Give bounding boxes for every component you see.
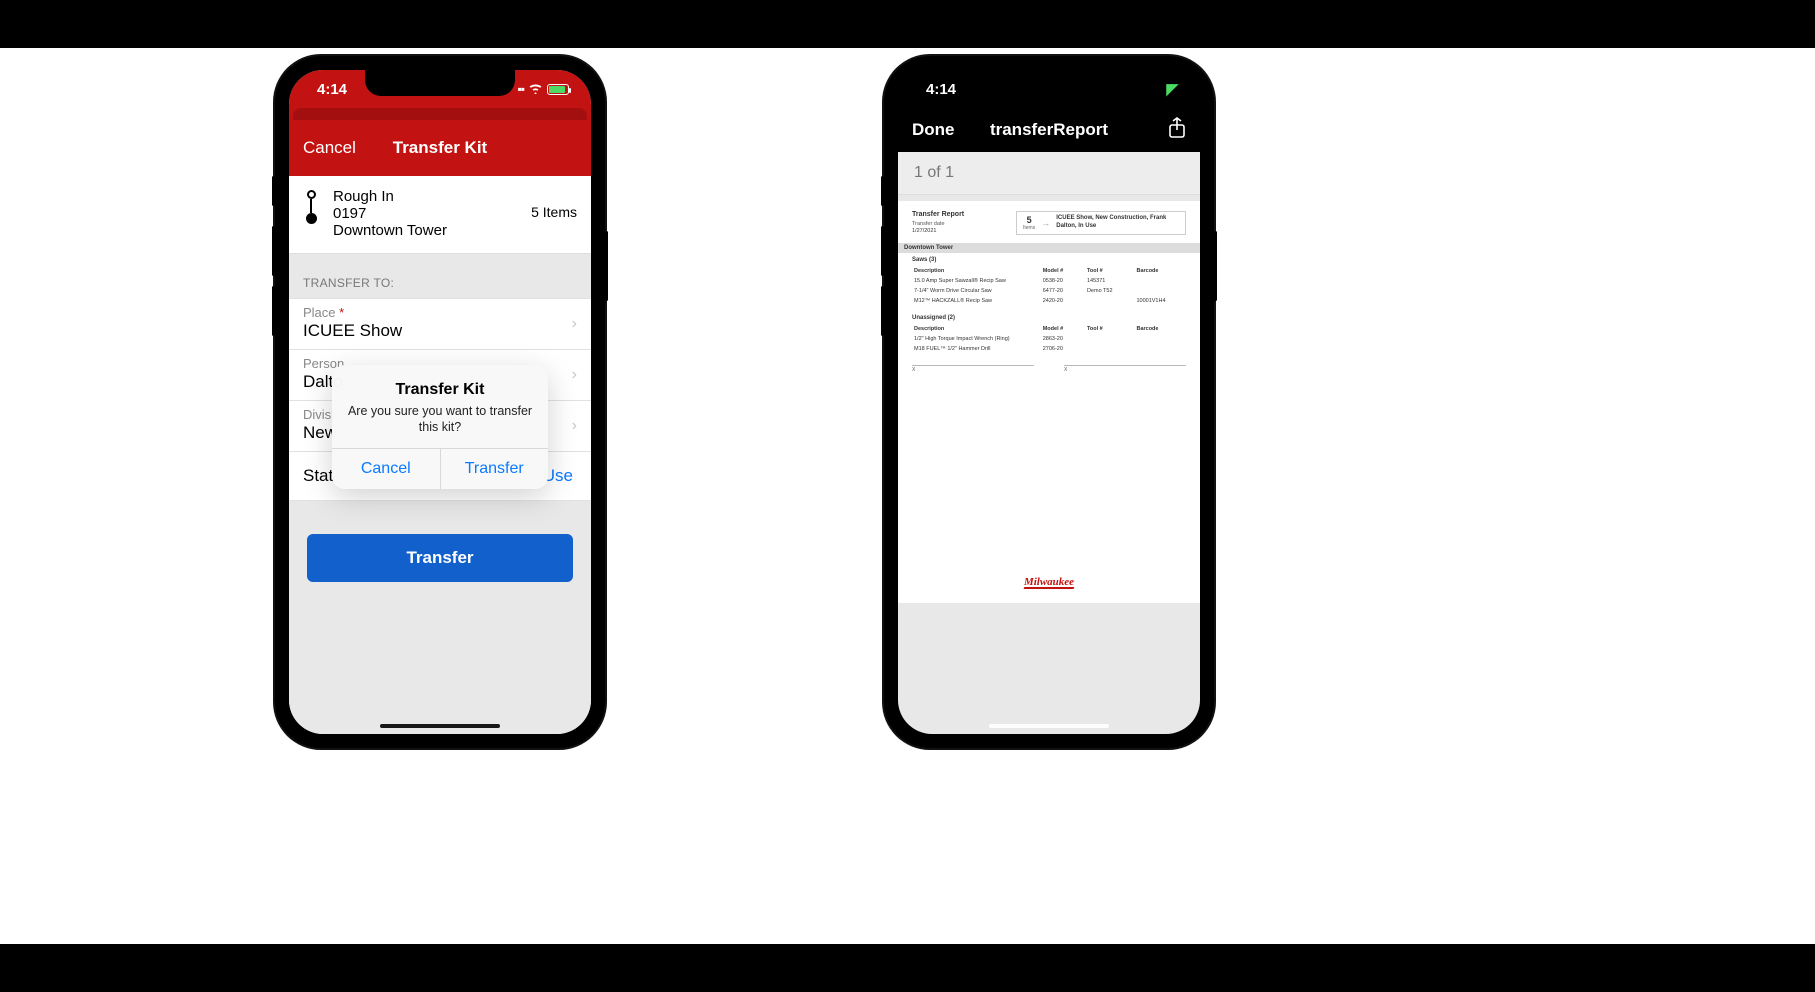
confirm-alert: Transfer Kit Are you sure you want to tr…: [332, 365, 548, 489]
col-barcode: Barcode: [1136, 267, 1184, 275]
destination-box: 5 Items → ICUEE Show, New Construction, …: [1016, 211, 1186, 235]
alert-confirm-button[interactable]: Transfer: [441, 449, 549, 489]
wifi-icon: [528, 81, 543, 98]
screen-left: 4:14 ▪▪ Cancel Transfer Kit Rough In: [289, 70, 591, 734]
col-tool: Tool #: [1087, 267, 1135, 275]
items-label: Items: [1023, 225, 1035, 231]
nav-bar: Done transferReport: [898, 108, 1200, 152]
notch-icon: [974, 70, 1124, 96]
status-time: 4:14: [920, 81, 956, 98]
document-viewer[interactable]: 1 of 1 Transfer Report Transfer date 1/2…: [898, 152, 1200, 734]
battery-icon: [547, 84, 569, 95]
done-button[interactable]: Done: [912, 120, 955, 140]
location-icon: ◤: [1166, 80, 1178, 98]
group-saws: Saws (3): [912, 257, 1186, 263]
phone-left: 4:14 ▪▪ Cancel Transfer Kit Rough In: [275, 56, 605, 748]
destination-text: ICUEE Show, New Construction, Frank Dalt…: [1056, 215, 1179, 231]
alert-message: Are you sure you want to transfer this k…: [346, 403, 534, 436]
col-desc: Description: [914, 267, 1041, 275]
home-indicator[interactable]: [989, 724, 1109, 728]
phone-right: 4:14 ◤ Done transferReport 1 of 1 Transf…: [884, 56, 1214, 748]
report-page: Transfer Report Transfer date 1/27/2021 …: [898, 201, 1200, 603]
alert-cancel-button[interactable]: Cancel: [332, 449, 441, 489]
signature-line: X: [1064, 365, 1186, 373]
arrow-right-icon: →: [1041, 218, 1050, 228]
alert-title: Transfer Kit: [346, 381, 534, 399]
report-date: 1/27/2021: [912, 228, 964, 234]
group-unassigned: Unassigned (2): [912, 315, 1186, 321]
signal-icon: ▪▪: [517, 82, 524, 96]
screen-right: 4:14 ◤ Done transferReport 1 of 1 Transf…: [898, 70, 1200, 734]
table-saws: Description Model # Tool # Barcode 15.0 …: [912, 265, 1186, 307]
items-count: 5: [1023, 215, 1035, 225]
page-counter: 1 of 1: [898, 152, 1200, 195]
brand-logo: Milwaukee: [1024, 576, 1074, 589]
location-band: Downtown Tower: [898, 243, 1200, 253]
table-row: M18 FUEL™ 1/2" Hammer Drill2706-20: [914, 345, 1184, 353]
share-button[interactable]: [1168, 117, 1186, 144]
home-indicator[interactable]: [380, 724, 500, 728]
table-unassigned: Description Model # Tool # Barcode 1/2" …: [912, 323, 1186, 355]
table-row: M12™ HACKZALL® Recip Saw2420-2010001V1H4: [914, 297, 1184, 305]
status-time: 4:14: [311, 81, 347, 98]
notch-icon: [365, 70, 515, 96]
table-row: 15.0 Amp Super Sawzall® Recip Saw0538-20…: [914, 277, 1184, 285]
table-row: 7-1/4" Worm Drive Circular Saw6477-20Dem…: [914, 287, 1184, 295]
report-date-label: Transfer date: [912, 221, 964, 227]
table-row: 1/2" High Torque Impact Wrench (Ring)286…: [914, 335, 1184, 343]
signature-line: X: [912, 365, 1034, 373]
report-heading: Transfer Report: [912, 211, 964, 218]
col-model: Model #: [1043, 267, 1085, 275]
